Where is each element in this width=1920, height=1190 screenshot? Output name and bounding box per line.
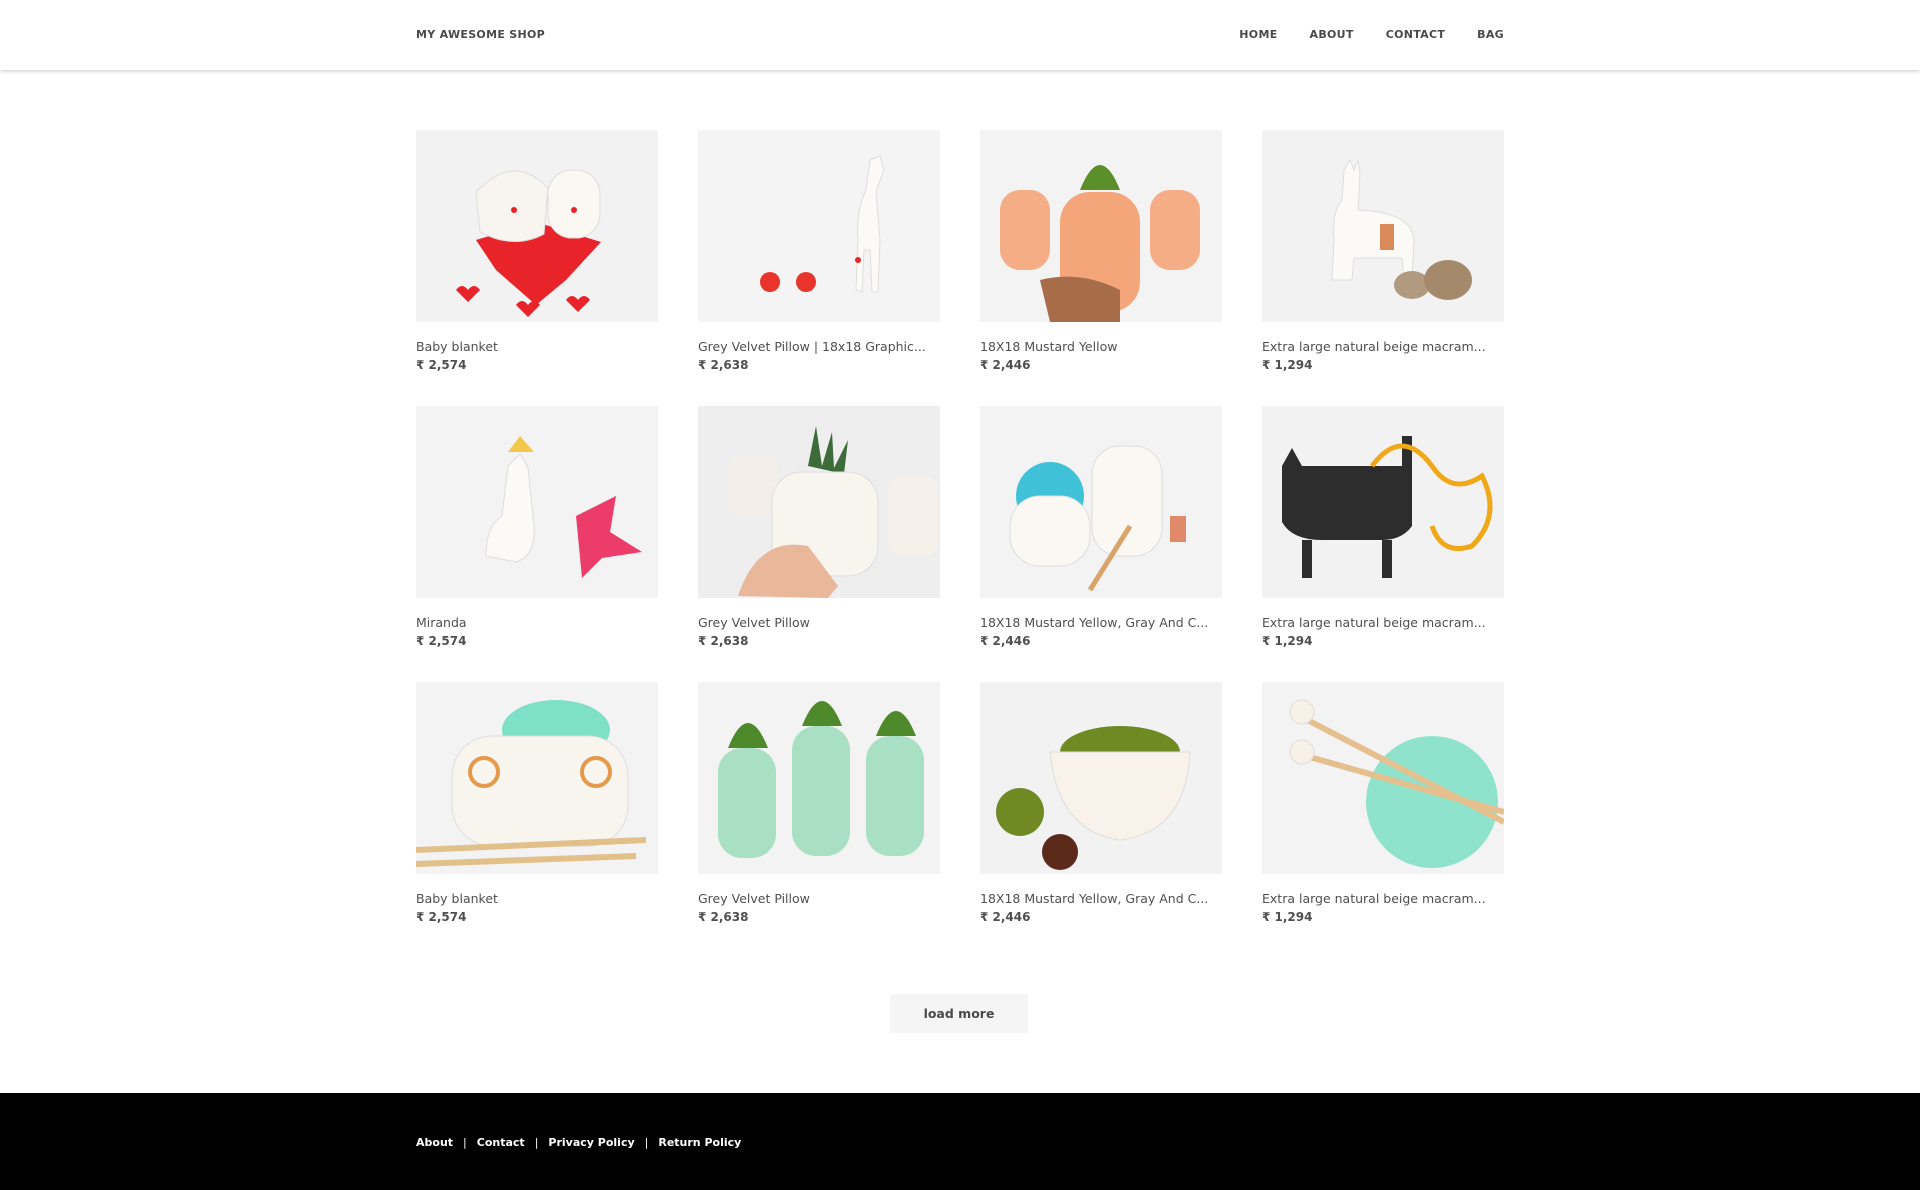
product-card[interactable]: Extra large natural beige macram... ₹ 1,… (1262, 130, 1504, 373)
product-price: ₹ 2,574 (416, 634, 467, 648)
product-image[interactable] (980, 130, 1222, 322)
product-image[interactable] (1262, 130, 1504, 322)
nav-about[interactable]: ABOUT (1310, 28, 1354, 41)
footer-contact-link[interactable]: Contact (477, 1136, 525, 1149)
product-title[interactable]: 18X18 Mustard Yellow, Gray And C... (980, 615, 1222, 631)
footer-separator: | (534, 1136, 539, 1149)
product-price: ₹ 1,294 (1262, 634, 1313, 648)
product-title[interactable]: Grey Velvet Pillow (698, 891, 940, 907)
product-card[interactable]: Baby blanket ₹ 2,574 (416, 130, 658, 373)
product-price: ₹ 2,574 (416, 910, 467, 924)
product-card[interactable]: 18X18 Mustard Yellow, Gray And C... ₹ 2,… (980, 406, 1222, 649)
nav-bag[interactable]: BAG (1477, 28, 1504, 41)
product-image[interactable] (416, 406, 658, 598)
load-more-button[interactable]: load more (890, 994, 1028, 1033)
product-card[interactable]: Extra large natural beige macram... ₹ 1,… (1262, 682, 1504, 925)
product-image[interactable] (698, 130, 940, 322)
product-image[interactable] (1262, 406, 1504, 598)
product-card[interactable]: Grey Velvet Pillow | 18x18 Graphic... ₹ … (698, 130, 940, 373)
product-image[interactable] (698, 682, 940, 874)
product-title[interactable]: Baby blanket (416, 891, 658, 907)
product-price: ₹ 2,638 (698, 910, 749, 924)
product-price: ₹ 2,574 (416, 358, 467, 372)
footer-about-link[interactable]: About (416, 1136, 453, 1149)
product-title[interactable]: Grey Velvet Pillow (698, 615, 940, 631)
product-image[interactable] (1262, 682, 1504, 874)
product-card[interactable]: Miranda ₹ 2,574 (416, 406, 658, 649)
product-title[interactable]: Miranda (416, 615, 658, 631)
footer-links: About | Contact | Privacy Policy | Retur… (416, 1136, 741, 1149)
product-card[interactable]: Grey Velvet Pillow ₹ 2,638 (698, 406, 940, 649)
product-price: ₹ 2,446 (980, 358, 1031, 372)
product-image[interactable] (698, 406, 940, 598)
product-title[interactable]: Extra large natural beige macram... (1262, 615, 1504, 631)
product-card[interactable]: Baby blanket ₹ 2,574 (416, 682, 658, 925)
product-card[interactable]: 18X18 Mustard Yellow ₹ 2,446 (980, 130, 1222, 373)
nav-home[interactable]: HOME (1239, 28, 1277, 41)
product-title[interactable]: 18X18 Mustard Yellow (980, 339, 1222, 355)
product-price: ₹ 1,294 (1262, 910, 1313, 924)
product-image[interactable] (416, 130, 658, 322)
product-card[interactable]: Extra large natural beige macram... ₹ 1,… (1262, 406, 1504, 649)
site-header: MY AWESOME SHOP HOME ABOUT CONTACT BAG (0, 0, 1920, 70)
product-image[interactable] (980, 406, 1222, 598)
product-card[interactable]: 18X18 Mustard Yellow, Gray And C... ₹ 2,… (980, 682, 1222, 925)
product-price: ₹ 2,446 (980, 910, 1031, 924)
product-image[interactable] (980, 682, 1222, 874)
product-title[interactable]: Baby blanket (416, 339, 658, 355)
product-grid: Baby blanket ₹ 2,574 Grey Velvet Pillow … (416, 130, 1504, 925)
product-title[interactable]: Extra large natural beige macram... (1262, 891, 1504, 907)
product-price: ₹ 1,294 (1262, 358, 1313, 372)
main-nav: HOME ABOUT CONTACT BAG (1239, 28, 1504, 41)
product-price: ₹ 2,638 (698, 634, 749, 648)
product-title[interactable]: Grey Velvet Pillow | 18x18 Graphic... (698, 339, 940, 355)
product-image[interactable] (416, 682, 658, 874)
nav-contact[interactable]: CONTACT (1386, 28, 1445, 41)
product-price: ₹ 2,446 (980, 634, 1031, 648)
product-title[interactable]: 18X18 Mustard Yellow, Gray And C... (980, 891, 1222, 907)
shop-logo[interactable]: MY AWESOME SHOP (416, 28, 545, 41)
product-title[interactable]: Extra large natural beige macram... (1262, 339, 1504, 355)
footer-separator: | (644, 1136, 649, 1149)
product-card[interactable]: Grey Velvet Pillow ₹ 2,638 (698, 682, 940, 925)
site-footer: About | Contact | Privacy Policy | Retur… (0, 1093, 1920, 1190)
footer-return-link[interactable]: Return Policy (658, 1136, 741, 1149)
footer-separator: | (463, 1136, 467, 1149)
product-price: ₹ 2,638 (698, 358, 749, 372)
footer-privacy-link[interactable]: Privacy Policy (548, 1136, 634, 1149)
